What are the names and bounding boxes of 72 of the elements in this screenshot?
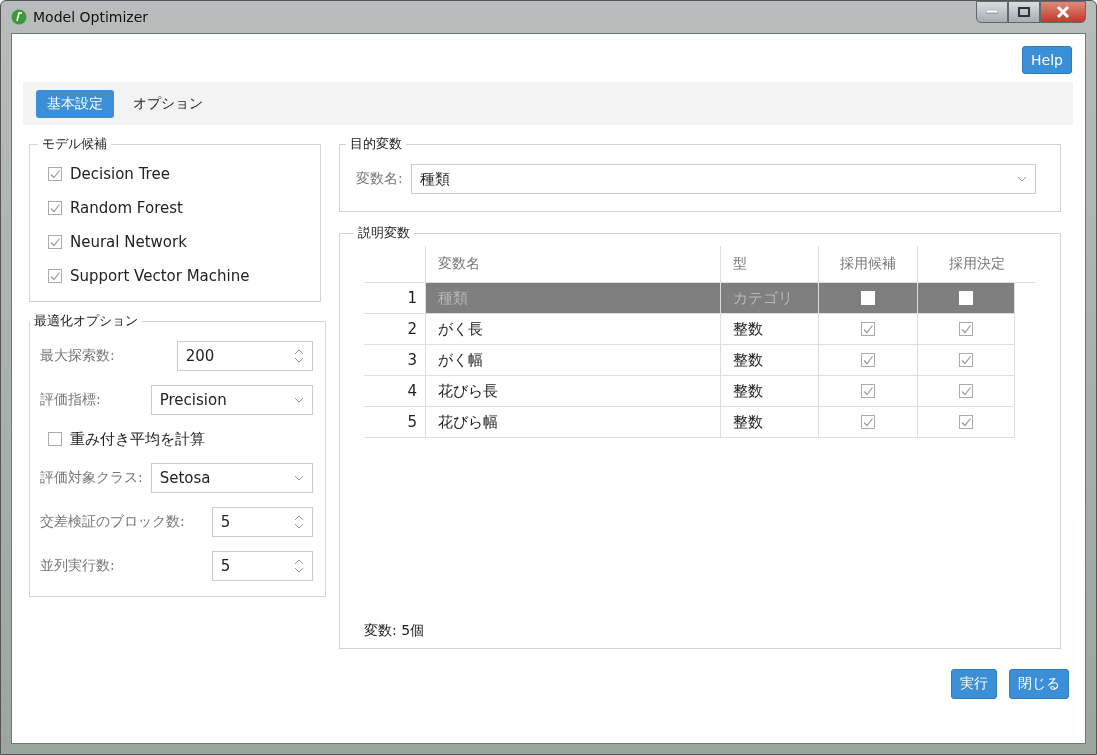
- minimize-icon: [986, 10, 998, 14]
- table-cell: 花びら幅: [425, 407, 720, 437]
- table-cell: 整数: [720, 345, 818, 375]
- table-cell: 花びら長: [425, 376, 720, 406]
- row-number: 3: [406, 350, 418, 371]
- number-field[interactable]: 5: [211, 551, 313, 581]
- number-field[interactable]: 200: [176, 341, 313, 371]
- dropdown[interactable]: 種類: [410, 164, 1036, 194]
- checkbox-label: Random Forest: [70, 199, 183, 217]
- group-title: 説明変数: [357, 224, 411, 242]
- table-row[interactable]: 5 花びら幅 整数: [364, 407, 1015, 438]
- table-row[interactable]: 3 がく幅 整数: [364, 345, 1015, 376]
- table-cell: 種類: [425, 283, 720, 313]
- checkbox[interactable]: [48, 235, 62, 249]
- spinner-arrows-icon[interactable]: [293, 558, 304, 574]
- chevron-down-icon: [1017, 176, 1027, 182]
- dropdown[interactable]: Precision: [150, 385, 313, 415]
- table-cell: 整数: [720, 314, 818, 344]
- checkbox[interactable]: [861, 384, 875, 398]
- checkbox-label: 重み付き平均を計算: [70, 429, 205, 449]
- group-title: 最適化オプション: [33, 312, 139, 330]
- column-header: 採用決定: [917, 246, 1036, 282]
- checkbox[interactable]: [861, 322, 875, 336]
- checkbox[interactable]: [48, 201, 62, 215]
- table-cell: 整数: [720, 376, 818, 406]
- checkbox-label: Support Vector Machine: [70, 267, 250, 285]
- minimize-button[interactable]: [976, 1, 1008, 23]
- column-header: 採用候補: [818, 246, 917, 282]
- field-label: 評価指標:: [40, 391, 101, 409]
- row-number: 1: [364, 283, 425, 313]
- group-title: 目的変数: [349, 135, 403, 153]
- chevron-down-icon: [293, 397, 304, 403]
- checkbox[interactable]: [861, 353, 875, 367]
- maximize-button[interactable]: [1008, 1, 1040, 23]
- chevron-down-icon: [293, 475, 304, 481]
- table-row[interactable]: 2 がく長 整数: [364, 314, 1015, 345]
- row-number: 2: [406, 319, 418, 340]
- checkbox[interactable]: [48, 167, 62, 181]
- group-title: モデル候補: [41, 135, 108, 153]
- dropdown[interactable]: Setosa: [150, 463, 313, 493]
- checkbox[interactable]: [959, 322, 973, 336]
- spinner-arrows-icon[interactable]: [293, 348, 304, 364]
- checkbox[interactable]: [959, 415, 973, 429]
- field-label: 変数名:: [356, 170, 403, 188]
- checkbox[interactable]: [861, 415, 875, 429]
- table-row[interactable]: 4 花びら長 整数: [364, 376, 1015, 407]
- checkbox[interactable]: [959, 384, 973, 398]
- window-title: Model Optimizer: [33, 9, 148, 25]
- variable-count: 変数: 5個: [364, 622, 425, 640]
- checkbox-label: Neural Network: [70, 233, 187, 251]
- table-cell: 整数: [720, 407, 818, 437]
- table-cell: がく幅: [425, 345, 720, 375]
- tab[interactable]: オプション: [122, 89, 214, 118]
- app-logo-icon: [11, 9, 27, 25]
- field-label: 並列実行数:: [40, 557, 115, 575]
- close-button[interactable]: [1040, 1, 1086, 23]
- checkbox[interactable]: [959, 353, 973, 367]
- field-label: 交差検証のブロック数:: [40, 513, 185, 531]
- field-label: 最大探索数:: [40, 347, 115, 365]
- column-header: 型: [720, 246, 818, 282]
- field-label: 評価対象クラス:: [40, 469, 143, 487]
- column-header: 変数名: [425, 246, 720, 282]
- spinner-arrows-icon[interactable]: [293, 514, 304, 530]
- row-number: 4: [406, 381, 418, 402]
- close-icon: [1056, 6, 1070, 18]
- number-field[interactable]: 5: [211, 507, 313, 537]
- checkbox-label: Decision Tree: [70, 165, 170, 183]
- row-number: 5: [406, 412, 418, 433]
- table-cell: がく長: [425, 314, 720, 344]
- maximize-icon: [1018, 7, 1030, 17]
- checkbox[interactable]: [48, 269, 62, 283]
- checkbox[interactable]: [48, 432, 62, 446]
